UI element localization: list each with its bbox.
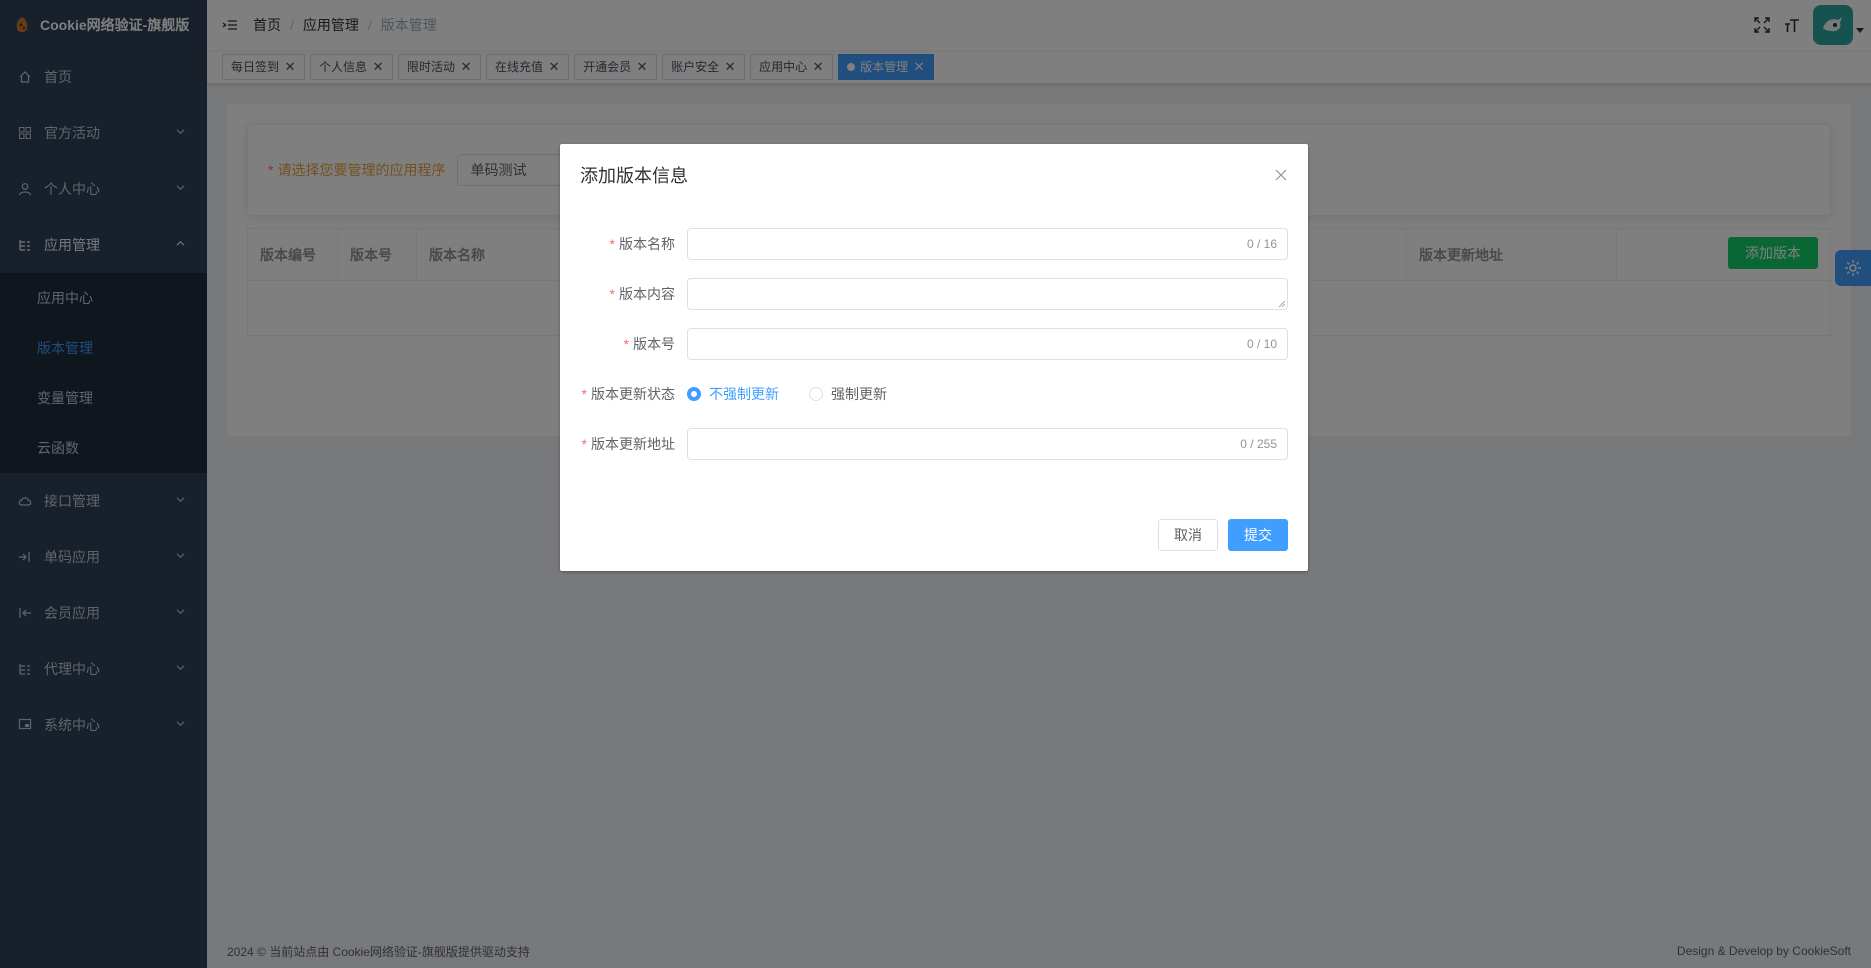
submit-button[interactable]: 提交 — [1228, 519, 1288, 551]
update-status-label: 版本更新状态 — [591, 386, 675, 402]
version-number-label: 版本号 — [633, 336, 675, 352]
form-row-version: * 版本号 0 / 10 — [580, 328, 1288, 360]
form-row-url: * 版本更新地址 0 / 255 — [580, 428, 1288, 460]
radio-label: 强制更新 — [831, 386, 887, 402]
field-label: * 版本名称 — [580, 234, 687, 254]
version-content-label: 版本内容 — [619, 286, 675, 302]
version-name-label: 版本名称 — [619, 236, 675, 252]
update-url-label: 版本更新地址 — [591, 436, 675, 452]
required-mark: * — [609, 286, 615, 302]
field-label: * 版本号 — [580, 334, 687, 354]
update-url-input[interactable]: 0 / 255 — [687, 428, 1288, 460]
required-mark: * — [581, 386, 587, 402]
dialog-footer: 取消 提交 — [1148, 519, 1288, 551]
field-label: * 版本内容 — [580, 284, 687, 304]
dialog-title: 添加版本信息 — [580, 166, 688, 186]
version-number-input[interactable]: 0 / 10 — [687, 328, 1288, 360]
radio-circle — [687, 387, 701, 401]
form-row-name: * 版本名称 0 / 16 — [580, 228, 1288, 260]
form-row-content: * 版本内容 — [580, 278, 1288, 310]
form-row-status: * 版本更新状态 不强制更新 强制更新 — [580, 378, 1288, 410]
required-mark: * — [609, 236, 615, 252]
radio-circle — [809, 387, 823, 401]
char-counter: 0 / 255 — [1240, 437, 1277, 451]
resize-grip-icon[interactable] — [1278, 300, 1286, 308]
radio-forced[interactable]: 强制更新 — [809, 384, 887, 404]
add-version-dialog: 添加版本信息 * 版本名称 0 / 16 * 版本内容 * 版本号 0 / 10 * 版… — [560, 144, 1308, 571]
radio-not-forced[interactable]: 不强制更新 — [687, 384, 779, 404]
field-label: * 版本更新状态 — [580, 384, 687, 404]
cancel-button[interactable]: 取消 — [1158, 519, 1218, 551]
char-counter: 0 / 10 — [1246, 337, 1277, 351]
char-counter: 0 / 16 — [1246, 237, 1277, 251]
close-icon[interactable] — [1274, 168, 1288, 182]
version-content-textarea[interactable] — [687, 278, 1288, 310]
radio-label: 不强制更新 — [709, 386, 779, 402]
required-mark: * — [623, 336, 629, 352]
required-mark: * — [581, 436, 587, 452]
field-label: * 版本更新地址 — [580, 434, 687, 454]
version-name-input[interactable]: 0 / 16 — [687, 228, 1288, 260]
